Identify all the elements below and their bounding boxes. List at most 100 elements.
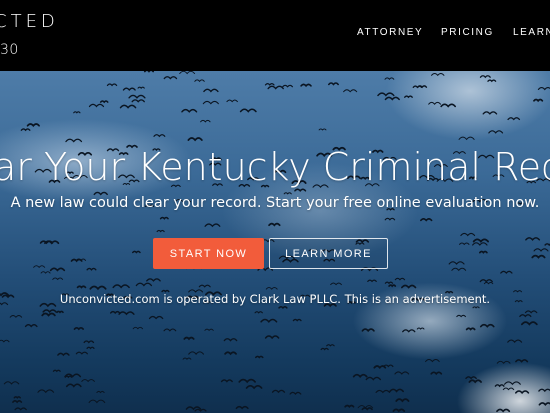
- site-header: CTED 30 ATTORNEY PRICING LEARN: [0, 0, 550, 71]
- bird-silhouette: [88, 103, 105, 108]
- bird-silhouette: [394, 371, 410, 375]
- site-logo[interactable]: CTED 30: [0, 12, 65, 59]
- bird-silhouette: [538, 388, 550, 393]
- bird-silhouette: [9, 315, 23, 318]
- bird-silhouette: [238, 378, 256, 384]
- bird-silhouette: [318, 128, 327, 131]
- bird-silhouette: [76, 285, 87, 289]
- bird-silhouette: [487, 79, 497, 83]
- bird-silhouette: [86, 267, 97, 271]
- bird-silhouette: [458, 136, 475, 141]
- bird-silhouette: [52, 369, 61, 373]
- bird-silhouette: [431, 72, 445, 77]
- bird-silhouette: [42, 309, 57, 314]
- bird-silhouette: [395, 398, 410, 403]
- bird-silhouette: [65, 383, 82, 388]
- nav-item-attorney[interactable]: ATTORNEY: [357, 27, 423, 38]
- bird-silhouette: [159, 216, 169, 220]
- bird-silhouette: [479, 75, 491, 79]
- bird-silhouette: [416, 327, 425, 330]
- bird-silhouette: [57, 352, 70, 357]
- bird-silhouette: [0, 339, 10, 343]
- bird-silhouette: [361, 328, 375, 333]
- nav-item-pricing[interactable]: PRICING: [441, 27, 494, 38]
- bird-silhouette: [384, 96, 400, 101]
- bird-silhouette: [472, 238, 489, 243]
- bird-silhouette: [400, 284, 417, 289]
- bird-silhouette: [394, 277, 406, 281]
- bird-silhouette: [537, 87, 550, 91]
- bird-silhouette: [265, 286, 278, 290]
- bird-silhouette: [40, 271, 51, 274]
- bird-silhouette: [468, 379, 482, 384]
- bird-silhouette: [519, 314, 532, 318]
- bird-silhouette: [122, 87, 136, 92]
- bird-silhouette: [254, 311, 263, 314]
- bird-silhouette: [156, 229, 165, 233]
- bird-silhouette: [52, 277, 64, 281]
- bird-silhouette: [404, 95, 413, 99]
- bird-silhouette: [417, 85, 428, 89]
- bird-silhouette: [533, 248, 549, 252]
- bird-silhouette: [271, 389, 286, 394]
- bird-silhouette: [465, 376, 477, 380]
- bird-silhouette: [245, 385, 263, 390]
- bird-silhouette: [131, 99, 145, 103]
- bird-silhouette: [430, 371, 443, 376]
- bird-silhouette: [384, 77, 395, 81]
- bird-silhouette: [112, 284, 130, 289]
- bird-silhouette: [451, 267, 467, 272]
- bird-silhouette: [163, 328, 177, 332]
- bird-silhouette: [344, 404, 355, 409]
- bird-silhouette: [420, 218, 433, 222]
- bird-silhouette: [200, 119, 211, 123]
- bird-silhouette: [496, 408, 511, 413]
- bird-silhouette: [12, 400, 23, 404]
- bird-silhouette: [83, 340, 95, 344]
- bird-silhouette: [182, 357, 192, 360]
- bird-silhouette: [65, 138, 83, 143]
- bird-silhouette: [37, 389, 55, 394]
- learn-more-button[interactable]: LEARN MORE: [269, 238, 388, 269]
- hero-title: ar Your Kentucky Criminal Reco: [0, 145, 550, 189]
- bird-silhouette: [377, 92, 395, 97]
- bird-silhouette: [188, 351, 205, 355]
- bird-silhouette: [388, 284, 397, 288]
- bird-silhouette: [428, 101, 442, 105]
- bird-silhouette: [264, 82, 275, 86]
- phone-number[interactable]: 30: [0, 42, 65, 58]
- bird-silhouette: [375, 389, 391, 394]
- bird-silhouette: [64, 375, 73, 379]
- bird-silhouette: [132, 250, 141, 254]
- bird-silhouette: [81, 379, 95, 383]
- bird-silhouette: [278, 305, 288, 310]
- nav-item-learn[interactable]: LEARN: [513, 27, 550, 38]
- bird-silhouette: [384, 281, 394, 285]
- bird-silhouette: [153, 134, 166, 138]
- bird-silhouette: [204, 328, 214, 332]
- bird-silhouette: [352, 373, 368, 378]
- bird-silhouette: [320, 347, 329, 351]
- bird-silhouette: [75, 351, 88, 355]
- bird-silhouette: [460, 232, 476, 237]
- bird-silhouette: [524, 310, 538, 314]
- start-now-button[interactable]: START NOW: [153, 238, 264, 269]
- bird-silhouette: [494, 384, 505, 388]
- bird-silhouette: [515, 359, 529, 363]
- bird-silhouette: [531, 254, 546, 259]
- bird-silhouette: [49, 267, 66, 272]
- bird-silhouette: [456, 314, 467, 318]
- bird-silhouette: [86, 346, 95, 350]
- bird-silhouette: [96, 390, 105, 394]
- bird-silhouette: [24, 324, 38, 328]
- bird-silhouette: [389, 388, 404, 393]
- bird-silhouette: [500, 270, 513, 275]
- bird-silhouette: [128, 94, 146, 99]
- bird-silhouette: [479, 323, 495, 328]
- bird-silhouette: [99, 100, 109, 104]
- bird-silhouette: [202, 100, 219, 105]
- bird-silhouette: [239, 108, 257, 113]
- bird-silhouette: [255, 355, 264, 359]
- bird-silhouette: [482, 111, 498, 115]
- bird-silhouette: [343, 89, 358, 93]
